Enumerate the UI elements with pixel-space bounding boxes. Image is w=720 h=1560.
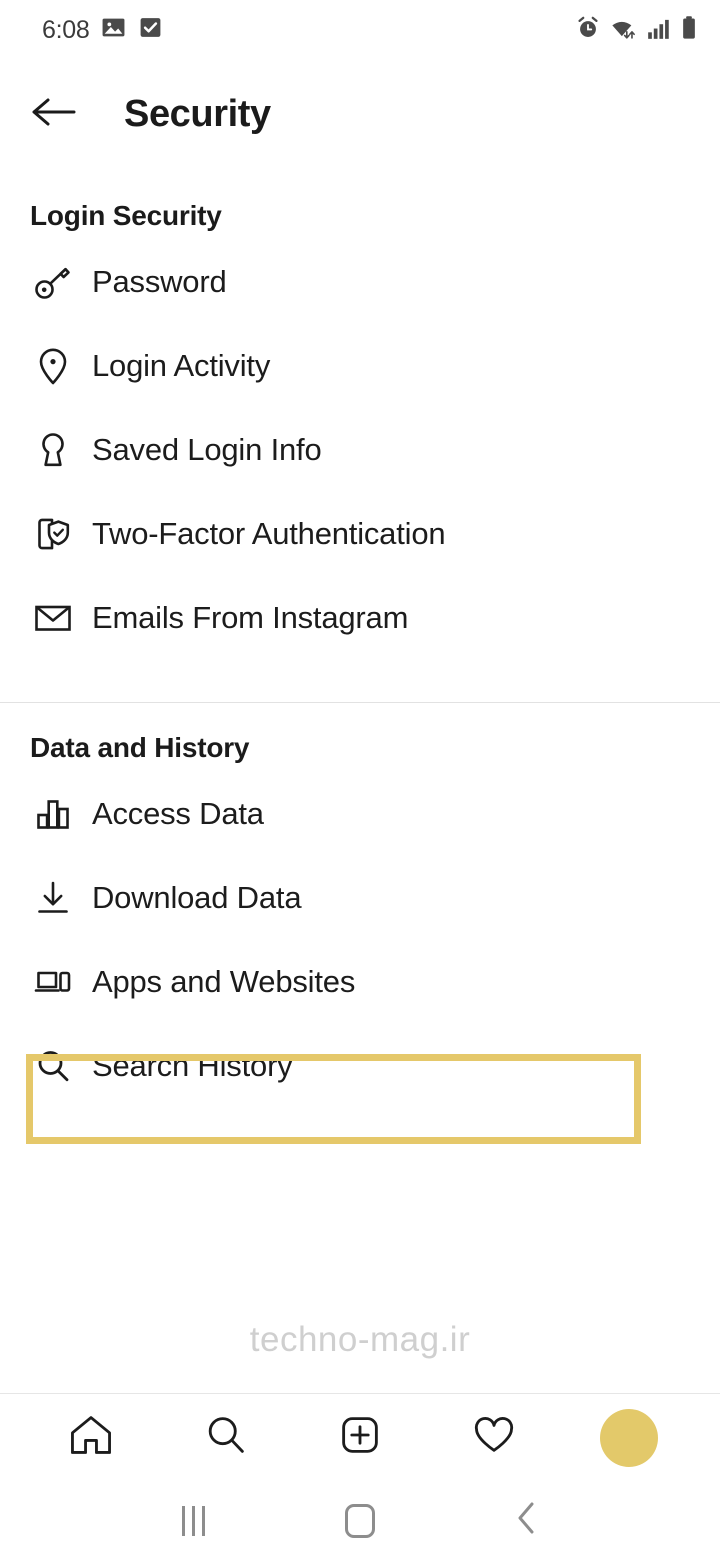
row-label-download-data: Download Data [92,880,302,915]
magnifier-icon [202,1411,250,1464]
section-title-login-security: Login Security [30,200,222,231]
status-bar: 6:08 [0,0,720,60]
keyhole-icon [30,427,76,473]
section-data-and-history: Data and History Access Data Download Da… [0,728,720,1108]
nav-item-search[interactable] [187,1405,265,1471]
nav-item-activity[interactable] [455,1405,533,1471]
plus-square-icon [336,1411,384,1464]
row-search-history[interactable]: Search History [0,1024,720,1108]
section-login-security: Login Security Password Login Activity S… [0,196,720,660]
page-title: Security [124,92,271,135]
row-label-two-factor-authentication: Two-Factor Authentication [92,516,446,551]
row-label-login-activity: Login Activity [92,348,271,383]
row-label-emails-from-instagram: Emails From Instagram [92,600,409,635]
system-back-button[interactable] [492,1491,562,1551]
system-recents-button[interactable] [158,1491,228,1551]
system-navigation-bar [0,1481,720,1560]
row-label-apps-and-websites: Apps and Websites [92,964,356,999]
checkbox-checked-icon [138,15,163,45]
status-bar-left: 6:08 [42,15,163,45]
row-label-search-history: Search History [92,1048,293,1083]
home-icon [67,1411,115,1464]
row-access-data[interactable]: Access Data [0,772,720,856]
back-button[interactable] [28,88,80,140]
row-login-activity[interactable]: Login Activity [0,324,720,408]
nav-item-profile[interactable] [590,1405,668,1471]
recents-bars-icon [181,1505,205,1536]
home-circle-icon [344,1503,375,1538]
phone-screen: 6:08 Security Login Security Password Lo… [0,0,720,1560]
row-label-password: Password [92,264,227,299]
app-bar: Security [0,60,720,168]
heart-icon [470,1411,518,1464]
row-emails-from-instagram[interactable]: Emails From Instagram [0,576,720,660]
wifi-icon [610,15,638,46]
row-two-factor-authentication[interactable]: Two-Factor Authentication [0,492,720,576]
laptop-phone-icon [30,959,76,1005]
watermark: techno-mag.ir [249,1320,471,1359]
status-bar-clock: 6:08 [42,15,90,44]
section-divider [0,702,720,703]
section-title-data-and-history: Data and History [30,732,250,763]
back-arrow-icon [31,94,77,135]
bar-chart-icon [30,791,76,837]
bottom-navigation-bar [0,1393,720,1481]
row-download-data[interactable]: Download Data [0,856,720,940]
row-label-saved-login-info: Saved Login Info [92,432,322,467]
nav-item-home[interactable] [52,1405,130,1471]
cellular-signal-icon [647,15,671,46]
status-bar-right [575,15,698,46]
location-pin-icon [30,343,76,389]
row-password[interactable]: Password [0,240,720,324]
photo-icon [101,15,126,45]
system-home-button[interactable] [325,1491,395,1551]
avatar [599,1408,658,1467]
row-apps-and-websites[interactable]: Apps and Websites [0,940,720,1024]
alarm-icon [575,15,601,46]
device-shield-check-icon [30,511,76,557]
battery-icon [680,15,698,46]
key-icon [30,259,76,305]
download-arrow-icon [30,875,76,921]
row-saved-login-info[interactable]: Saved Login Info [0,408,720,492]
row-label-access-data: Access Data [92,796,264,831]
envelope-icon [30,595,76,641]
nav-item-create[interactable] [321,1405,399,1471]
chevron-left-icon [512,1500,542,1541]
magnifier-icon [30,1043,76,1089]
